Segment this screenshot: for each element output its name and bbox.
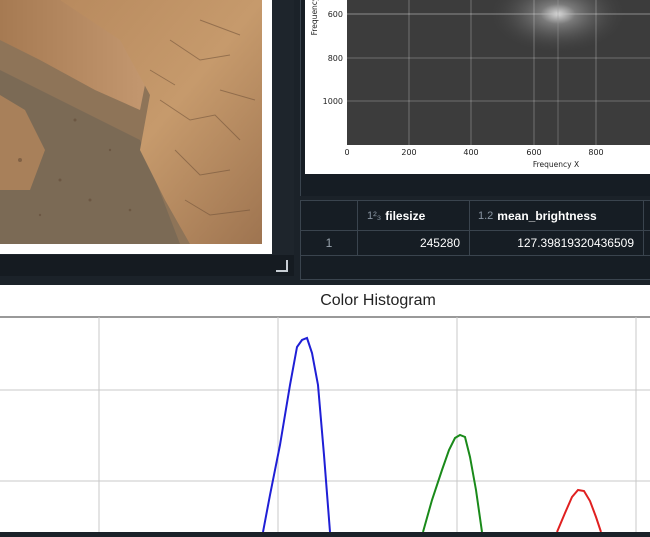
column-header-label: filesize	[385, 208, 426, 223]
resize-handle-icon[interactable]	[276, 260, 288, 272]
image-panel-footer	[0, 255, 294, 276]
fft-x-axis-label: Frequency X	[533, 160, 579, 169]
integer-type-icon: 1²₃	[367, 209, 382, 222]
fft-x-tick: 200	[401, 148, 416, 157]
table-index-header	[301, 201, 358, 231]
red-channel-line	[556, 488, 602, 533]
color-histogram-chart	[0, 285, 650, 533]
column-header-overflow	[644, 201, 650, 231]
column-header-label: mean_brightness	[497, 208, 597, 223]
histogram-title: Color Histogram	[320, 292, 436, 309]
row-index: 1	[301, 231, 358, 256]
cell-overflow	[644, 231, 650, 256]
green-channel-line	[422, 433, 483, 533]
mars-rock-photo	[0, 0, 262, 244]
fft-plot-card: 600 800 1000 0 200 400 600 800 Frequency…	[305, 0, 650, 174]
fft-x-tick: 400	[463, 148, 478, 157]
column-header-filesize[interactable]: 1²₃ filesize	[358, 201, 470, 231]
decimal-type-icon: 1.2	[478, 209, 494, 222]
cell-filesize[interactable]: 245280	[358, 231, 470, 256]
fft-y-axis-label: Frequency	[310, 0, 319, 35]
fft-x-tick: 600	[526, 148, 541, 157]
fft-y-tick: 1000	[323, 97, 343, 106]
blue-channel-line	[262, 336, 331, 533]
fft-x-tick: 800	[588, 148, 603, 157]
fft-y-tick: 800	[328, 54, 343, 63]
cell-mean-brightness[interactable]: 127.39819320436509	[470, 231, 644, 256]
fft-x-tick: 0	[344, 148, 349, 157]
column-header-mean-brightness[interactable]: 1.2 mean_brightness	[470, 201, 644, 231]
fft-y-tick: 600	[328, 10, 343, 19]
